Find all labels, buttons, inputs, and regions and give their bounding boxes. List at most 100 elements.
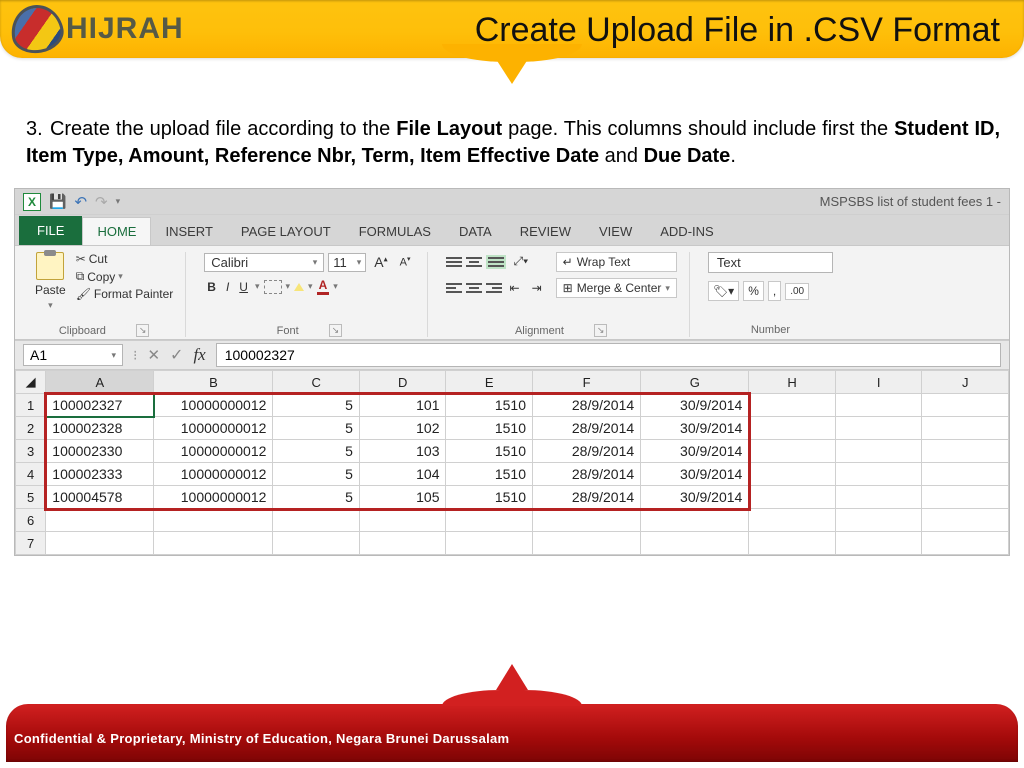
cell[interactable] (749, 486, 836, 509)
accounting-format-icon[interactable]: 🏷▾ (708, 281, 739, 301)
align-center-icon[interactable] (466, 283, 482, 293)
cell[interactable]: 5 (273, 463, 360, 486)
align-middle-icon[interactable] (466, 257, 482, 267)
cell[interactable]: 104 (359, 463, 446, 486)
cell[interactable]: 1510 (446, 440, 533, 463)
cell[interactable]: 1510 (446, 463, 533, 486)
increase-decimal-icon[interactable]: .00 (785, 283, 809, 300)
cell[interactable]: 28/9/2014 (533, 394, 641, 417)
align-top-icon[interactable] (446, 257, 462, 267)
row-header[interactable]: 3 (16, 440, 46, 463)
paste-icon[interactable] (36, 252, 64, 280)
cut-button[interactable]: ✂Cut (76, 252, 174, 266)
format-painter-button[interactable]: 🖌Format Painter (76, 287, 174, 301)
font-name-select[interactable]: Calibri▾ (204, 253, 324, 272)
comma-style-icon[interactable]: , (768, 281, 781, 301)
cell[interactable] (749, 417, 836, 440)
border-icon[interactable] (264, 280, 282, 294)
cell[interactable]: 100002327 (46, 394, 154, 417)
cell[interactable] (835, 440, 922, 463)
cell[interactable] (749, 509, 836, 532)
row-header[interactable]: 1 (16, 394, 46, 417)
decrease-indent-icon[interactable]: ⇤ (506, 279, 524, 297)
cell[interactable]: 30/9/2014 (641, 463, 749, 486)
fx-enter-icon[interactable]: ✓ (170, 345, 183, 365)
cell[interactable] (749, 463, 836, 486)
col-header[interactable]: C (273, 371, 360, 394)
cell[interactable] (641, 532, 749, 555)
tab-file[interactable]: FILE (19, 216, 82, 245)
col-header[interactable]: A (46, 371, 154, 394)
cell[interactable]: 1510 (446, 486, 533, 509)
cell[interactable]: 5 (273, 440, 360, 463)
tab-review[interactable]: REVIEW (506, 218, 585, 245)
col-header[interactable]: G (641, 371, 749, 394)
save-icon[interactable]: 💾 (49, 193, 66, 210)
font-color-icon[interactable]: A (317, 278, 330, 295)
cell[interactable] (835, 463, 922, 486)
cell[interactable]: 10000000012 (154, 394, 273, 417)
cell[interactable]: 1510 (446, 417, 533, 440)
fx-cancel-icon[interactable]: ✕ (147, 346, 160, 364)
cell[interactable]: 28/9/2014 (533, 486, 641, 509)
cell[interactable]: 30/9/2014 (641, 486, 749, 509)
cell[interactable] (533, 509, 641, 532)
cell[interactable] (446, 532, 533, 555)
fill-color-icon[interactable] (294, 283, 304, 291)
col-header[interactable]: F (533, 371, 641, 394)
copy-button[interactable]: ⧉Copy▾ (76, 269, 174, 284)
row-header[interactable]: 4 (16, 463, 46, 486)
underline-button[interactable]: U (236, 280, 251, 294)
tab-view[interactable]: VIEW (585, 218, 646, 245)
alignment-launcher-icon[interactable]: ↘ (594, 324, 608, 337)
cell[interactable] (273, 509, 360, 532)
cell[interactable] (154, 532, 273, 555)
cell[interactable] (154, 509, 273, 532)
bold-button[interactable]: B (204, 280, 219, 294)
row-header[interactable]: 6 (16, 509, 46, 532)
cell[interactable]: 100002333 (46, 463, 154, 486)
tab-insert[interactable]: INSERT (151, 218, 226, 245)
spreadsheet-grid[interactable]: ◢ABCDEFGHIJ11000023271000000001251011510… (15, 370, 1009, 555)
cell[interactable] (46, 532, 154, 555)
tab-page-layout[interactable]: PAGE LAYOUT (227, 218, 345, 245)
cell[interactable] (749, 532, 836, 555)
cell[interactable]: 30/9/2014 (641, 417, 749, 440)
cell[interactable]: 28/9/2014 (533, 417, 641, 440)
cell[interactable]: 30/9/2014 (641, 440, 749, 463)
grow-font-icon[interactable]: A▴ (370, 252, 391, 272)
italic-button[interactable]: I (223, 280, 232, 294)
merge-center-button[interactable]: ⊞Merge & Center▾ (556, 278, 677, 298)
cell[interactable]: 30/9/2014 (641, 394, 749, 417)
align-left-icon[interactable] (446, 283, 462, 293)
cell[interactable] (835, 509, 922, 532)
number-format-select[interactable]: Text (708, 252, 833, 273)
cell[interactable]: 102 (359, 417, 446, 440)
cell[interactable]: 5 (273, 394, 360, 417)
shrink-font-icon[interactable]: A▾ (396, 253, 415, 271)
cell[interactable] (273, 532, 360, 555)
tab-home[interactable]: HOME (82, 217, 151, 245)
row-header[interactable]: 7 (16, 532, 46, 555)
cell[interactable] (835, 417, 922, 440)
increase-indent-icon[interactable]: ⇥ (528, 279, 546, 297)
cell[interactable] (359, 532, 446, 555)
cell[interactable] (922, 532, 1009, 555)
row-header[interactable]: 2 (16, 417, 46, 440)
cell[interactable] (835, 532, 922, 555)
cell[interactable]: 10000000012 (154, 463, 273, 486)
paste-button[interactable]: Paste (35, 283, 66, 297)
col-header[interactable]: B (154, 371, 273, 394)
cell[interactable] (922, 394, 1009, 417)
cell[interactable]: 105 (359, 486, 446, 509)
col-header[interactable]: H (749, 371, 836, 394)
cell[interactable] (533, 532, 641, 555)
cell[interactable] (922, 509, 1009, 532)
align-right-icon[interactable] (486, 283, 502, 293)
cell[interactable]: 100002330 (46, 440, 154, 463)
qat-more-icon[interactable]: ▾ (116, 196, 121, 207)
font-size-select[interactable]: 11▾ (328, 253, 366, 272)
col-header[interactable]: E (446, 371, 533, 394)
col-header[interactable]: D (359, 371, 446, 394)
undo-icon[interactable]: ↶ (74, 193, 87, 211)
